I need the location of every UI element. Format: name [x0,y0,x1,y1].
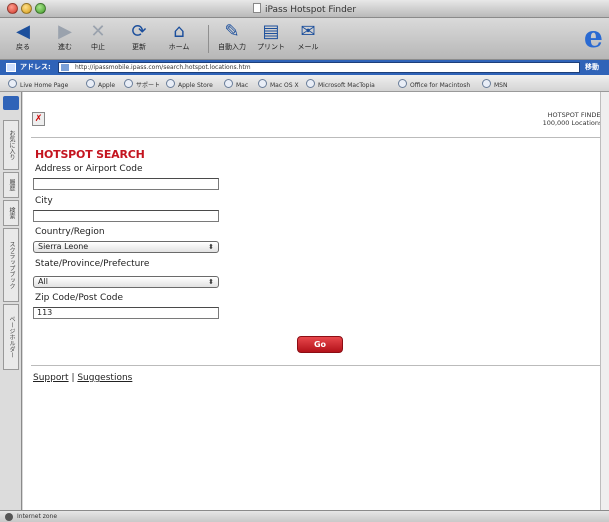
forward-arrow-icon: ▶ [58,21,72,42]
ipass-logo-icon: ✗ [32,112,45,126]
explorer-sidebar: お気に入り 履歴 検索 スクラップブック ページホルダー [0,92,22,510]
country-select[interactable]: Sierra Leone ⬍ [33,241,219,253]
favorite-link[interactable]: サポート [124,79,160,89]
home-button-label: ホーム [168,43,190,51]
brand-title: HOTSPOT FINDER [547,111,605,119]
address-bar-icon [6,63,16,72]
select-arrows-icon: ⬍ [208,243,214,251]
autofill-button[interactable]: ✎ 自動入力 [217,22,247,52]
state-select[interactable]: All ⬍ [33,276,219,288]
zip-label: Zip Code/Post Code [35,293,124,303]
url-field[interactable]: http://ipassmobile.ipass.com/search.hots… [58,62,580,73]
internet-explorer-logo-icon: e [583,20,603,55]
status-text: Internet zone [17,513,58,520]
refresh-button-label: 更新 [132,43,146,51]
favorite-link[interactable]: Mac OS X [258,79,299,89]
city-input[interactable] [33,210,219,222]
stop-icon: ✕ [90,21,106,42]
explorer-toggle-icon[interactable] [3,96,19,110]
document-icon [252,3,261,13]
stop-button-label: 中止 [91,43,105,51]
address-bar: アドレス: http://ipassmobile.ipass.com/searc… [0,60,609,75]
back-arrow-icon: ◀ [16,21,30,42]
country-select-value: Sierra Leone [38,242,89,251]
favorite-link[interactable]: Apple [86,79,115,89]
go-button[interactable]: Go [297,336,343,353]
footer-links: Support | Suggestions [33,373,132,383]
zip-input[interactable]: 113 [33,307,219,319]
home-button[interactable]: ⌂ ホーム [164,22,194,52]
print-icon: ▤ [262,21,280,42]
window-title: iPass Hotspot Finder [0,3,609,15]
internet-zone-icon [5,513,13,521]
explorer-tab-scrapbook[interactable]: スクラップブック [3,228,19,302]
window-title-text: iPass Hotspot Finder [264,5,357,15]
back-button-label: 戻る [16,43,30,51]
page-content: ✗ HOTSPOT FINDER 100,000 Locations! HOTS… [23,92,609,510]
browser-toolbar: ◀ 戻る ▶ 進む ✕ 中止 ⟳ 更新 ⌂ ホーム ✎ 自動入力 ▤ プリント … [0,18,609,60]
support-link[interactable]: Support [33,373,69,383]
favorite-link[interactable]: Office for Macintosh [398,79,470,89]
explorer-tab-search[interactable]: 検索 [3,200,19,226]
favorite-link[interactable]: Mac [224,79,248,89]
header-divider [31,137,605,138]
favorite-link[interactable]: Apple Store [166,79,213,89]
brand-subtitle: 100,000 Locations! [542,119,605,127]
favorite-link[interactable]: Microsoft MacTopia [306,79,375,89]
suggestions-link[interactable]: Suggestions [77,373,132,383]
page-favicon-icon [61,64,69,71]
explorer-tab-page-holder[interactable]: ページホルダー [3,304,19,370]
state-select-value: All [38,277,48,286]
autofill-button-label: 自動入力 [218,43,246,51]
back-button[interactable]: ◀ 戻る [8,22,38,52]
refresh-button[interactable]: ⟳ 更新 [124,22,154,52]
refresh-icon: ⟳ [131,21,147,42]
section-title: HOTSPOT SEARCH [35,148,145,161]
brand-block: HOTSPOT FINDER 100,000 Locations! [543,111,605,127]
home-icon: ⌂ [173,21,185,42]
vertical-scrollbar[interactable] [600,92,609,510]
city-label: City [35,196,53,206]
address-input[interactable] [33,178,219,190]
print-button[interactable]: ▤ プリント [256,22,286,52]
stop-button[interactable]: ✕ 中止 [83,22,113,52]
print-button-label: プリント [257,43,285,51]
toolbar-separator [208,25,209,53]
address-label: アドレス: [20,63,51,71]
address-label: Address or Airport Code [35,164,143,174]
state-label: State/Province/Prefecture [35,259,150,269]
autofill-icon: ✎ [224,21,240,42]
explorer-tab-favorites[interactable]: お気に入り [3,120,19,170]
mail-button-label: メール [297,43,319,51]
country-label: Country/Region [35,227,105,237]
window-title-bar: iPass Hotspot Finder [0,0,609,18]
mail-icon: ✉ [300,21,316,42]
status-bar: Internet zone [0,510,609,522]
go-address-button[interactable]: 移動 [585,62,599,72]
mail-button[interactable]: ✉ メール [293,22,323,52]
footer-divider [31,365,605,366]
select-arrows-icon: ⬍ [208,278,214,286]
favorite-link[interactable]: MSN [482,79,507,89]
forward-button[interactable]: ▶ 進む [50,22,80,52]
explorer-tab-history[interactable]: 履歴 [3,172,19,198]
favorite-link[interactable]: Live Home Page [8,79,68,89]
favorites-bar: Live Home Page Apple サポート Apple Store Ma… [0,75,609,92]
forward-button-label: 進む [58,43,72,51]
